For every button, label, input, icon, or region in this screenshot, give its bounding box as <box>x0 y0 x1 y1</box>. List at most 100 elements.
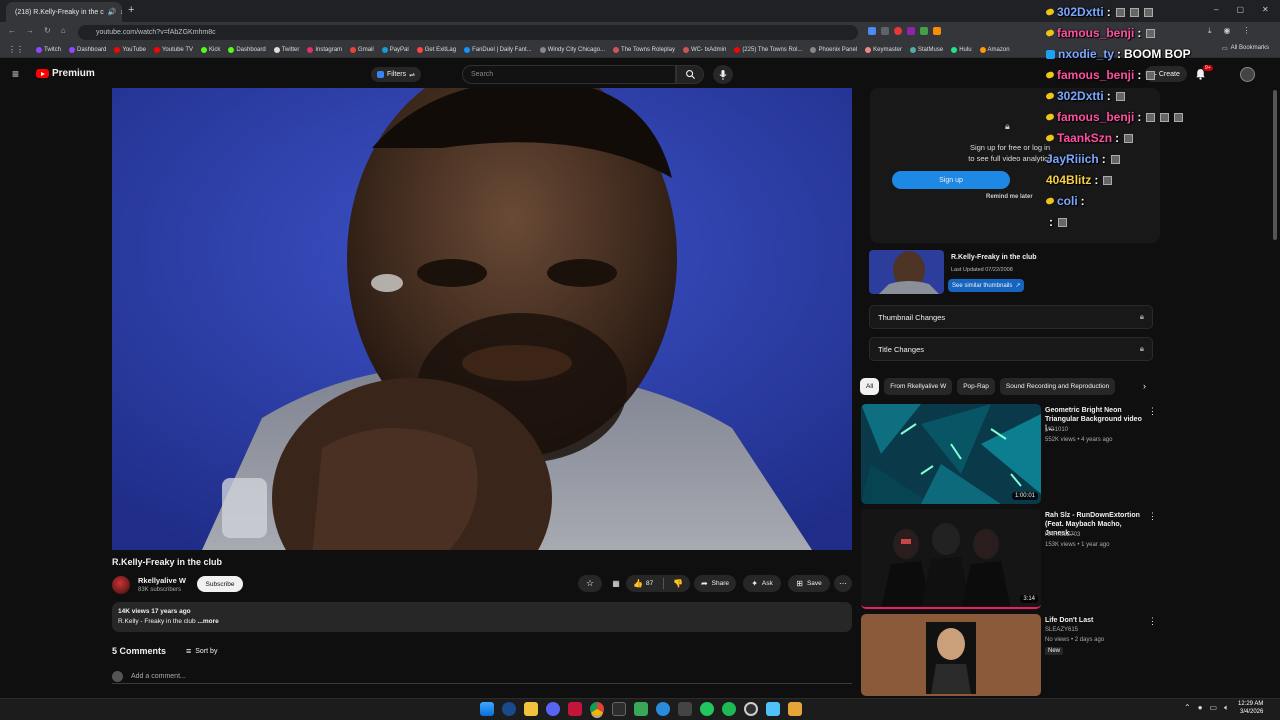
title-changes-row[interactable]: Title Changes 🔒︎ <box>869 337 1153 361</box>
bookmark[interactable]: YouTube <box>114 45 146 54</box>
ask-button[interactable]: ✦ Ask <box>743 575 781 592</box>
ext-icon[interactable] <box>868 27 876 35</box>
tab-close-icon[interactable]: × <box>120 8 122 17</box>
notepad-icon[interactable] <box>766 702 780 716</box>
adobe-icon[interactable] <box>568 702 582 716</box>
similar-thumbnails-button[interactable]: See similar thumbnails ↗ <box>948 279 1025 292</box>
channel-avatar[interactable] <box>112 576 130 594</box>
bookmark[interactable]: StatMuse <box>909 45 943 54</box>
recommended-video[interactable]: 3:14 Rah Slz - RunDownExtortion (Feat. M… <box>861 509 1157 611</box>
channel-name[interactable]: Rkellyalive W <box>138 576 186 585</box>
file-explorer-icon[interactable] <box>524 702 538 716</box>
new-tab-button[interactable]: + <box>128 4 134 16</box>
thumbnail-changes-row[interactable]: Thumbnail Changes 🔒︎ <box>869 305 1153 329</box>
bookmark[interactable]: Amazon <box>979 45 1010 54</box>
search-button[interactable] <box>676 65 704 84</box>
video-player[interactable] <box>112 88 852 550</box>
bookmark[interactable]: Keymaster <box>865 45 902 54</box>
page-scrollbar[interactable] <box>1273 90 1277 240</box>
system-clock[interactable]: 12:29 AM 3/4/2026 <box>1238 700 1263 716</box>
like-button[interactable]: 👍 87 <box>633 579 653 588</box>
bookmark[interactable]: Phoenix Panel <box>810 45 857 54</box>
app-icon[interactable] <box>634 702 648 716</box>
download-icon[interactable]: ⤓ <box>1208 26 1212 36</box>
profile-icon[interactable]: ◉ <box>1224 26 1231 36</box>
tab-audio-icon[interactable]: 🔊 <box>108 8 117 16</box>
chip-pop-rap[interactable]: Pop-Rap <box>957 378 995 395</box>
steam-icon[interactable] <box>502 702 516 716</box>
description-box[interactable]: 14K views 17 years ago R.Kelly - Freaky … <box>112 602 852 632</box>
rec-menu-icon[interactable]: ⋮ <box>1148 511 1157 522</box>
bookmark[interactable]: FanDuel | Daily Fant... <box>464 45 532 54</box>
filters-button[interactable]: Filters ⇌ <box>371 67 421 82</box>
subscribe-button[interactable]: Subscribe <box>197 576 243 592</box>
home-icon[interactable]: ⌂ <box>61 26 66 35</box>
tray-chevron-icon[interactable]: ⌃ <box>1184 703 1191 713</box>
remind-later-button[interactable]: Remind me later <box>986 194 1033 200</box>
recommended-video[interactable]: Life Don't Last SLEAZY615 No views • 2 d… <box>861 614 1157 696</box>
rec-menu-icon[interactable]: ⋮ <box>1148 406 1157 417</box>
thumbs-down-icon[interactable]: 👎 <box>673 579 683 588</box>
chrome-icon[interactable] <box>590 702 604 716</box>
video-thumbnail[interactable] <box>869 250 944 294</box>
chip-all[interactable]: All <box>860 378 880 395</box>
hamburger-menu-icon[interactable]: ≡ <box>12 68 19 80</box>
back-icon[interactable]: ← <box>8 26 16 35</box>
all-bookmarks[interactable]: ▭ All Bookmarks <box>1222 45 1270 52</box>
bookmark[interactable]: PayPal <box>381 45 409 54</box>
volume-icon[interactable]: 🔈︎ <box>1224 703 1229 713</box>
bookmark[interactable]: WC- txAdmin <box>682 45 726 54</box>
sort-comments-button[interactable]: ≡ Sort by <box>186 646 217 656</box>
bookmark-star-button[interactable]: ☆ <box>578 575 602 592</box>
forward-icon[interactable]: → <box>26 26 34 35</box>
bookmark[interactable]: Windy City Chicago... <box>539 45 605 54</box>
app-icon[interactable] <box>700 702 714 716</box>
bookmark[interactable]: Get ExitLag <box>416 45 456 54</box>
grid-view-button[interactable]: ▦ <box>606 575 626 592</box>
signup-button[interactable]: Sign up <box>892 171 1010 189</box>
notifications-button[interactable]: 9+ <box>1195 65 1213 80</box>
ext-icon[interactable] <box>894 27 902 35</box>
spotify-icon[interactable] <box>722 702 736 716</box>
share-button[interactable]: ➦ Share <box>694 575 736 592</box>
calculator-icon[interactable] <box>678 702 692 716</box>
bookmark[interactable]: Youtube TV <box>153 45 193 54</box>
recommended-video[interactable]: 1:00:01 Geometric Bright Neon Triangular… <box>861 404 1157 506</box>
bookmark[interactable]: Kick <box>200 45 220 54</box>
save-button[interactable]: ⊞ Save <box>788 575 830 592</box>
bookmark[interactable]: Dashboard <box>228 45 266 54</box>
bookmark[interactable]: Instagram <box>307 45 342 54</box>
ext-icon[interactable] <box>907 27 915 35</box>
account-avatar[interactable] <box>1240 67 1255 82</box>
chip-sound-recording[interactable]: Sound Recording and Reproduction <box>999 378 1116 395</box>
search-input[interactable]: Search <box>462 65 676 84</box>
bookmark[interactable]: (225) The Towns Rol... <box>734 45 802 54</box>
windows-start-icon[interactable] <box>480 702 494 716</box>
app-icon[interactable] <box>788 702 802 716</box>
chips-next-icon[interactable]: › <box>1143 381 1146 391</box>
ext-icon[interactable] <box>920 27 928 35</box>
bookmark[interactable]: Dashboard <box>69 45 106 54</box>
youtube-logo[interactable]: Premium <box>36 68 95 79</box>
more-link[interactable]: ...more <box>197 618 218 625</box>
bookmark[interactable]: Gmail <box>350 45 374 54</box>
ext-icon[interactable] <box>881 27 889 35</box>
close-window-icon[interactable]: ✕ <box>1262 5 1269 14</box>
network-icon[interactable]: ▭ <box>1210 703 1218 713</box>
app-icon[interactable] <box>656 702 670 716</box>
reload-icon[interactable]: ↻ <box>44 26 51 35</box>
mic-tray-icon[interactable]: ● <box>1198 703 1203 713</box>
voice-search-button[interactable] <box>713 65 733 84</box>
kebab-menu-icon[interactable]: ⋮ <box>1243 26 1251 36</box>
minimize-icon[interactable]: – <box>1214 5 1218 14</box>
bookmark[interactable]: Twitter <box>273 45 299 54</box>
browser-tab-active[interactable]: (218) R.Kelly-Freaky in the c 🔊 × <box>6 2 122 22</box>
url-bar[interactable]: youtube.com/watch?v=fAbZGKmhm8c <box>78 25 858 40</box>
obs-icon[interactable] <box>744 702 758 716</box>
app-icon[interactable] <box>612 702 626 716</box>
bookmark[interactable]: The Towns Roleplay <box>613 45 675 54</box>
bookmark[interactable]: Twitch <box>36 45 61 54</box>
restore-icon[interactable]: ▢ <box>1236 5 1244 14</box>
ext-icon[interactable] <box>933 27 941 35</box>
discord-icon[interactable] <box>546 702 560 716</box>
